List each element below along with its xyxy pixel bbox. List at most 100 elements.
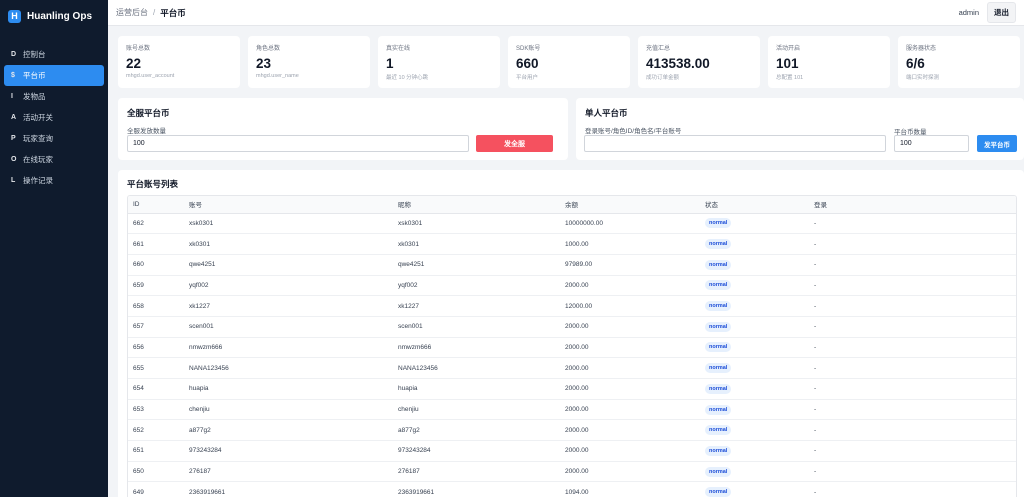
stat-sub: 平台用户 [516, 75, 539, 81]
table-row[interactable]: 660 qwe4251 qwe4251 97989.00 normal - [128, 254, 1016, 276]
table-cell: xsk0301 [393, 213, 560, 235]
stat-sub: 成功订单金额 [646, 75, 680, 81]
sidebar-item-operation-log[interactable]: L 操作记录 [4, 170, 104, 191]
nav-key-icon: I [11, 93, 13, 100]
column-header-login[interactable]: 登录 [809, 196, 1016, 214]
table-cell: a877g2 [393, 419, 560, 442]
table-cell: 2000.00 [560, 440, 700, 462]
table-row[interactable]: 657 scen001 scen001 2000.00 normal - [128, 316, 1016, 338]
status-badge: normal [705, 404, 732, 415]
stat-label: SDK账号 [516, 46, 541, 52]
table-cell: normal [700, 295, 809, 317]
table-row[interactable]: 659 yqf002 yqf002 2000.00 normal - [128, 275, 1016, 297]
table-cell: 1000.00 [560, 233, 700, 255]
table-row[interactable]: 655 NANA123456 NANA123456 2000.00 normal - [128, 357, 1016, 379]
coin-amount-input[interactable] [894, 135, 969, 152]
table-cell: 1094.00 [560, 481, 700, 497]
brand-logo-icon: H [8, 9, 21, 23]
table-row[interactable]: 658 xk1227 xk1227 12000.00 normal - [128, 295, 1016, 317]
stat-label: 角色总数 [256, 46, 281, 52]
column-header-status[interactable]: 状态 [700, 196, 809, 214]
table-cell: - [809, 419, 1016, 442]
table-cell: 652 [128, 419, 184, 442]
breadcrumb-root[interactable]: 运营后台 [116, 7, 148, 18]
all-server-amount-input[interactable] [127, 135, 469, 152]
logout-button[interactable]: 退出 [987, 2, 1016, 23]
stat-label: 活动开启 [776, 46, 801, 52]
column-header-nickname[interactable]: 昵称 [393, 196, 560, 214]
table-cell: 276187 [184, 461, 393, 483]
table-cell: 655 [128, 357, 184, 379]
send-all-server-button[interactable]: 发全服 [476, 135, 553, 152]
sidebar-nav: D 控制台 $ 平台币 I 发物品 A 活动开关 P 玩家查询 O 在线玩家 L 操作记录 [0, 44, 108, 191]
table-cell: 658 [128, 295, 184, 317]
table-cell: scen001 [184, 316, 393, 338]
table-row[interactable]: 656 nmwzm666 nmwzm666 2000.00 normal - [128, 337, 1016, 359]
target-account-input[interactable] [584, 135, 886, 152]
table-row[interactable]: 661 xk0301 xk0301 1000.00 normal - [128, 233, 1016, 255]
nav-key-icon: $ [11, 72, 15, 79]
send-platform-coin-button[interactable]: 发平台币 [977, 135, 1017, 152]
stat-label: 真实在线 [386, 46, 411, 52]
table-row[interactable]: 651 973243284 973243284 2000.00 normal - [128, 440, 1016, 462]
table-cell: 973243284 [393, 440, 560, 462]
stat-label: 账号总数 [126, 46, 151, 52]
brand[interactable]: H Huanling Ops [0, 4, 108, 28]
table-cell: normal [700, 275, 809, 297]
table-cell: 10000000.00 [560, 213, 700, 235]
stat-value: 101 [776, 56, 799, 71]
panel-title: 单人平台币 [585, 108, 628, 118]
status-badge: normal [705, 280, 732, 291]
table-cell: - [809, 378, 1016, 400]
table-cell: 2000.00 [560, 337, 700, 359]
column-header-account[interactable]: 账号 [184, 196, 393, 214]
sidebar-item-label: 在线玩家 [23, 155, 53, 164]
table-row[interactable]: 650 276187 276187 2000.00 normal - [128, 461, 1016, 483]
field-label: 登录账号/角色ID/角色名/平台账号 [585, 128, 682, 135]
sidebar-item-online-players[interactable]: O 在线玩家 [4, 149, 104, 170]
sidebar-item-player-query[interactable]: P 玩家查询 [4, 128, 104, 149]
table-cell: 651 [128, 440, 184, 462]
table-row[interactable]: 654 huapia huapia 2000.00 normal - [128, 378, 1016, 400]
table-cell: - [809, 399, 1016, 421]
status-badge: normal [705, 487, 732, 497]
table-cell: xk1227 [393, 295, 560, 317]
status-badge: normal [705, 425, 732, 436]
sidebar-item-activity-switch[interactable]: A 活动开关 [4, 107, 104, 128]
stats-row: 账号总数 22 mhgd.user_account 角色总数 23 mhgd.u… [118, 36, 1024, 88]
table-cell: normal [700, 316, 809, 338]
stat-value: 413538.00 [646, 56, 710, 71]
stat-card-sdk-accounts: SDK账号 660 平台用户 [508, 36, 630, 88]
table-cell: xsk0301 [184, 213, 393, 235]
status-badge: normal [705, 218, 732, 229]
status-badge: normal [705, 301, 732, 312]
table-row[interactable]: 662 xsk0301 xsk0301 10000000.00 normal - [128, 213, 1016, 235]
table-cell: 2000.00 [560, 378, 700, 400]
table-cell: 973243284 [184, 440, 393, 462]
table-cell: normal [700, 337, 809, 359]
table-wrap: ID 账号 昵称 余额 状态 登录 662 xsk0301 xsk0301 10000… [127, 195, 1017, 497]
column-header-id[interactable]: ID [128, 196, 184, 214]
table-row[interactable]: 653 chenjiu chenjiu 2000.00 normal - [128, 399, 1016, 421]
sidebar-item-platform-coin[interactable]: $ 平台币 [4, 65, 104, 86]
status-badge: normal [705, 363, 732, 374]
status-badge: normal [705, 259, 732, 270]
stat-card-server-status: 服务器状态 6/6 端口实时探测 [898, 36, 1020, 88]
table-cell: 2363919661 [184, 481, 393, 497]
table-cell: 661 [128, 233, 184, 255]
sidebar-item-send-items[interactable]: I 发物品 [4, 86, 104, 107]
table-cell: nmwzm666 [393, 337, 560, 359]
table-cell: 276187 [393, 461, 560, 483]
table-row[interactable]: 649 2363919661 2363919661 1094.00 normal - [128, 481, 1016, 497]
sidebar-item-dashboard[interactable]: D 控制台 [4, 44, 104, 65]
table-cell: huapia [393, 378, 560, 400]
stat-label: 服务器状态 [906, 46, 937, 52]
table-cell: - [809, 275, 1016, 297]
stat-value: 22 [126, 56, 142, 71]
column-header-balance[interactable]: 余额 [560, 196, 700, 214]
stat-card-accounts: 账号总数 22 mhgd.user_account [118, 36, 240, 88]
table-row[interactable]: 652 a877g2 a877g2 2000.00 normal - [128, 419, 1016, 442]
stat-card-recharge: 充值汇总 413538.00 成功订单金额 [638, 36, 760, 88]
status-badge: normal [705, 383, 732, 394]
table-cell: normal [700, 481, 809, 497]
